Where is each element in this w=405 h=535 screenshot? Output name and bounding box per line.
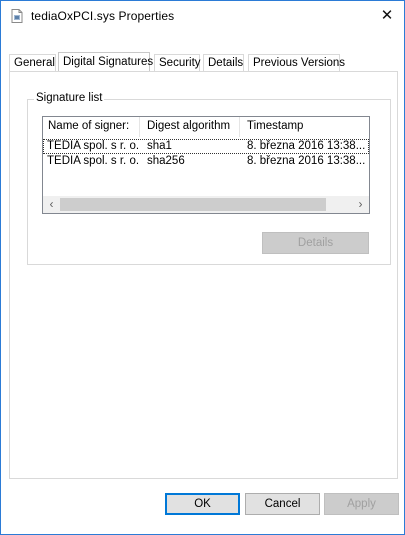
signer-cell: TEDIA spol. s r. o.: [47, 155, 140, 167]
scrollbar-thumb[interactable]: [60, 198, 326, 211]
signature-list-group: Signature list Name of signer: Digest al…: [27, 92, 391, 265]
window-title: tediaOxPCI.sys Properties: [31, 9, 175, 23]
signer-cell: TEDIA spol. s r. o.: [47, 140, 140, 152]
tab-security[interactable]: Security: [154, 54, 201, 72]
chevron-right-icon[interactable]: ›: [352, 196, 369, 213]
timestamp-cell: 8. března 2016 13:38...: [247, 140, 366, 152]
horizontal-scrollbar[interactable]: ‹ ›: [43, 196, 369, 213]
tab-digital-signatures[interactable]: Digital Signatures: [58, 52, 153, 73]
column-header-digest[interactable]: Digest algorithm: [147, 120, 230, 132]
tab-details[interactable]: Details: [203, 54, 244, 72]
properties-window: tediaOxPCI.sys Properties ✕ General Digi…: [0, 0, 405, 535]
apply-button[interactable]: Apply: [324, 493, 399, 515]
close-icon: ✕: [380, 7, 394, 24]
list-header: Name of signer: Digest algorithm Timesta…: [43, 117, 369, 137]
signature-list[interactable]: Name of signer: Digest algorithm Timesta…: [42, 116, 370, 214]
column-divider[interactable]: [139, 117, 140, 137]
column-header-signer[interactable]: Name of signer:: [48, 120, 129, 132]
details-button[interactable]: Details: [262, 232, 369, 254]
title-bar[interactable]: tediaOxPCI.sys Properties ✕: [1, 1, 404, 31]
digital-signatures-panel: Signature list Name of signer: Digest al…: [9, 71, 398, 479]
close-button[interactable]: ✕: [372, 1, 402, 31]
table-row[interactable]: TEDIA spol. s r. o. sha256 8. března 201…: [43, 155, 369, 170]
timestamp-cell: 8. března 2016 13:38...: [247, 155, 366, 167]
ok-button[interactable]: OK: [165, 493, 240, 515]
tab-general[interactable]: General: [9, 54, 56, 72]
signature-list-label: Signature list: [34, 92, 105, 104]
tab-previous-versions[interactable]: Previous Versions: [248, 54, 345, 72]
chevron-left-icon[interactable]: ‹: [43, 196, 60, 213]
file-icon: [11, 9, 23, 23]
digest-cell: sha1: [147, 140, 172, 152]
table-row[interactable]: TEDIA spol. s r. o. sha1 8. března 2016 …: [43, 139, 369, 154]
column-header-timestamp[interactable]: Timestamp: [247, 120, 303, 132]
column-divider[interactable]: [239, 117, 240, 137]
cancel-button[interactable]: Cancel: [245, 493, 320, 515]
digest-cell: sha256: [147, 155, 185, 167]
